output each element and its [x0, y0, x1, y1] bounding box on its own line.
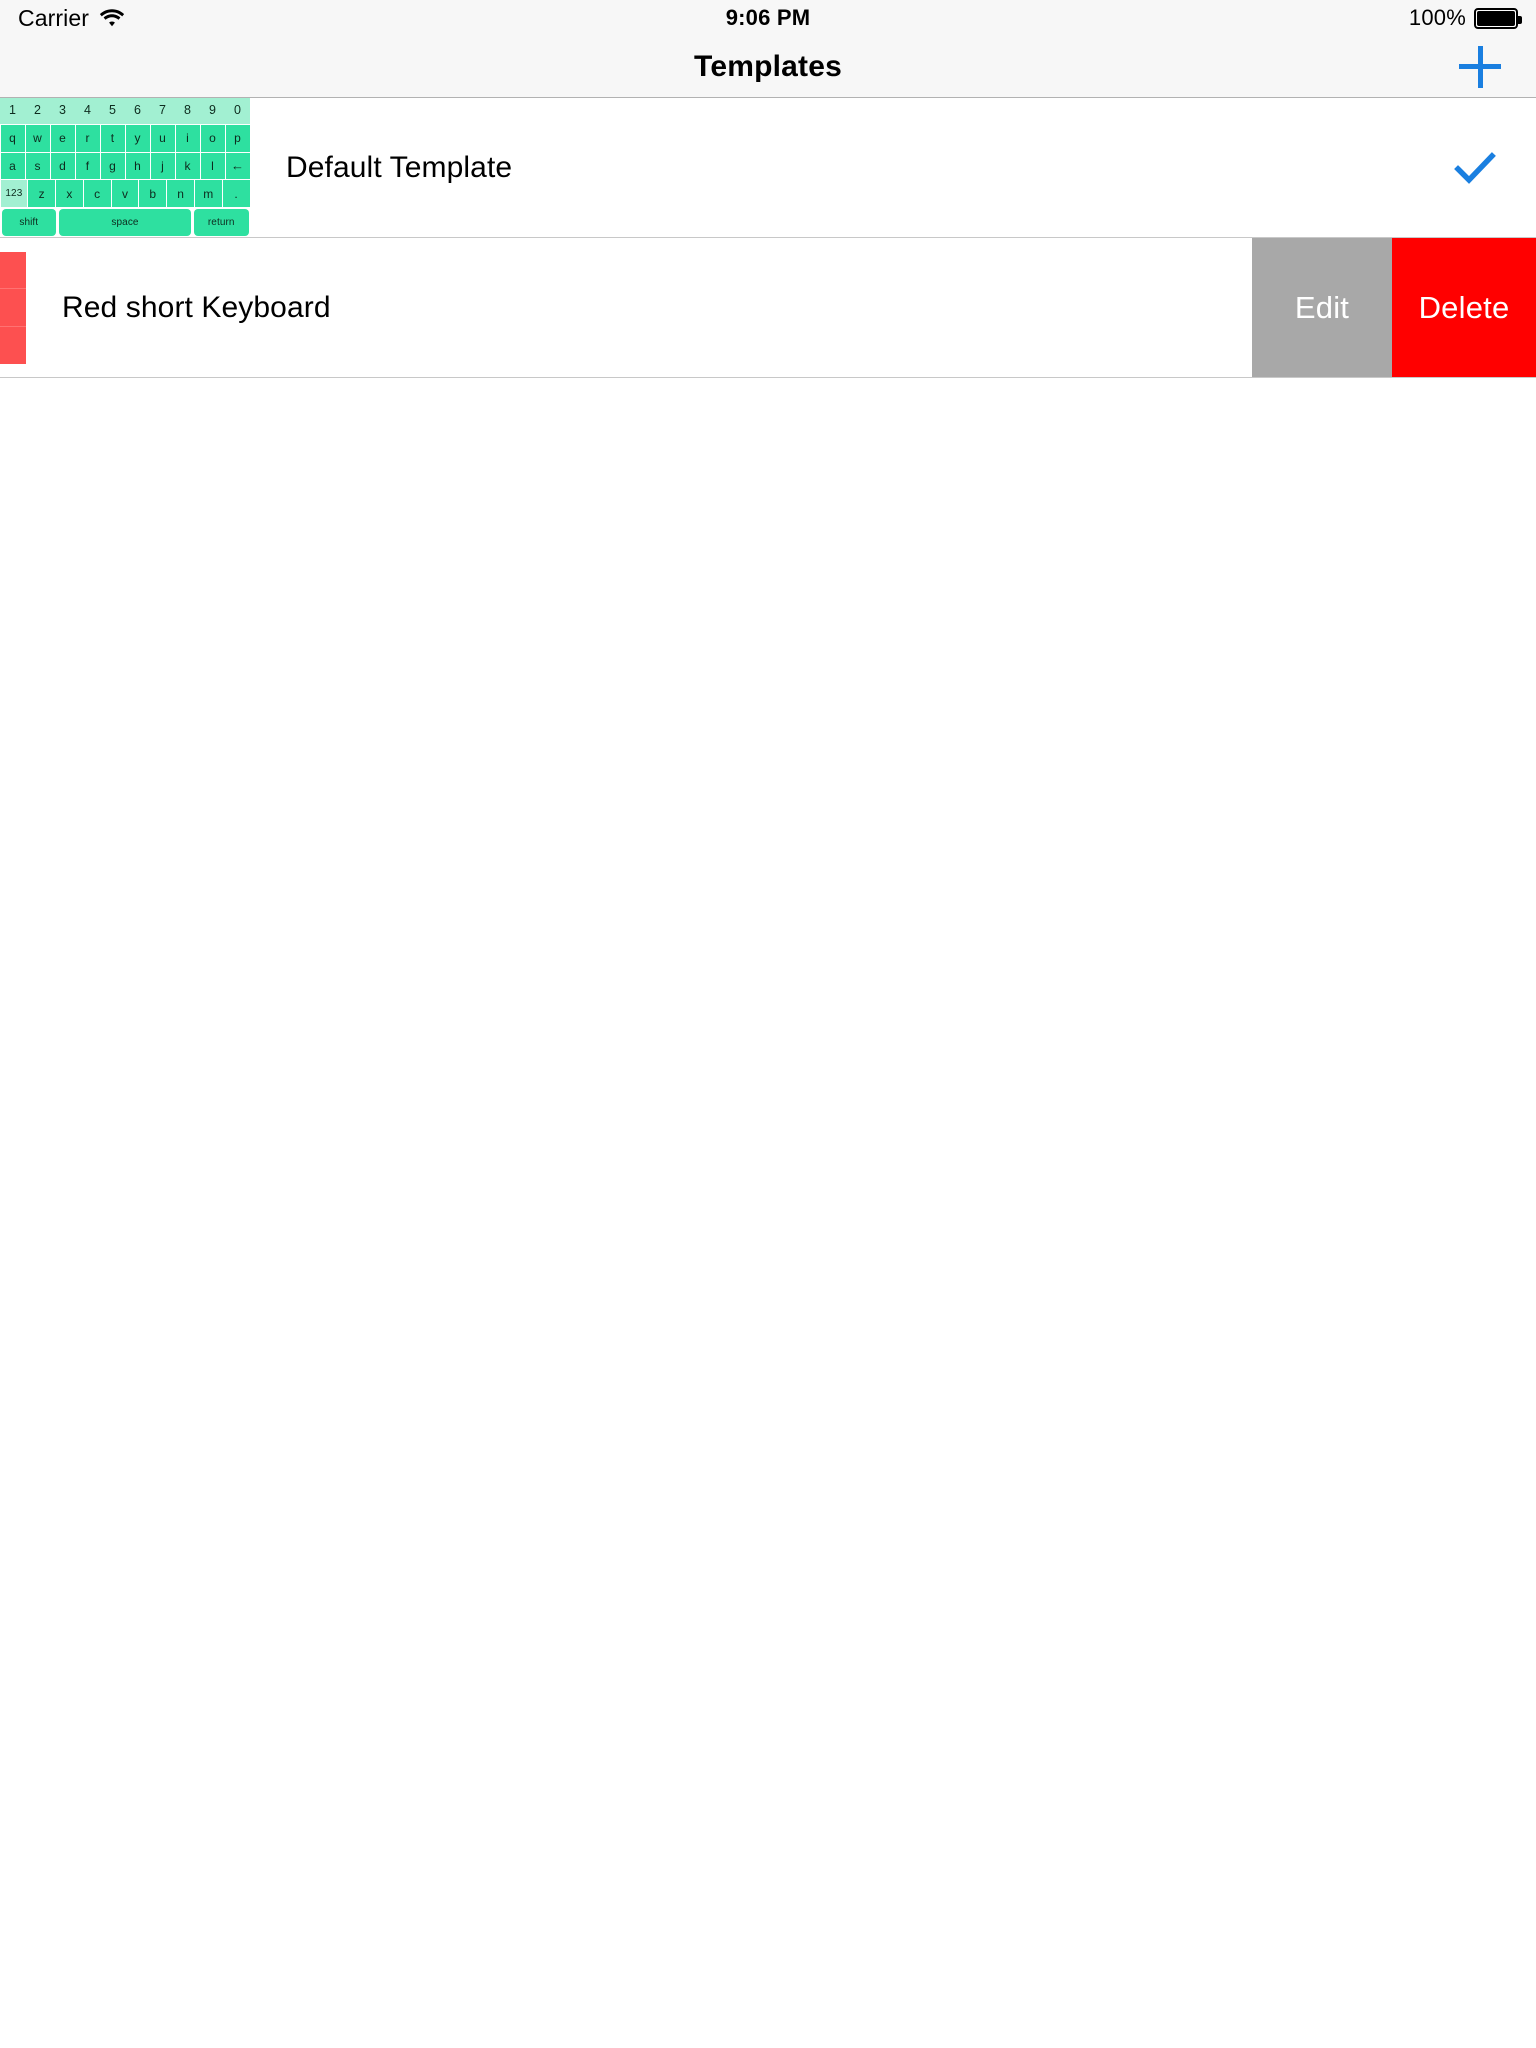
- key-7: 7: [150, 98, 175, 125]
- key-x: x: [56, 180, 83, 208]
- checkmark-icon: [1454, 151, 1496, 184]
- key-s: s: [25, 152, 50, 180]
- battery-full-icon: [1474, 7, 1522, 29]
- keyboard-row-bottom: shift space return: [0, 208, 250, 237]
- key-q: q: [0, 124, 25, 152]
- plus-icon: [1459, 45, 1501, 88]
- status-bar-clock: 9:06 PM: [725, 5, 811, 30]
- key-k: k: [175, 152, 200, 180]
- key-d: d: [50, 152, 75, 180]
- keyboard-row-qwerty: q w e r t y u i o p: [0, 124, 250, 152]
- key-c: c: [83, 180, 111, 208]
- key-z: z: [28, 180, 56, 208]
- key-b: b: [139, 180, 167, 208]
- key-0: 0: [225, 98, 250, 125]
- key-r: r: [75, 124, 100, 152]
- key-a: a: [0, 152, 25, 180]
- key-w: w: [25, 124, 50, 152]
- key-v: v: [111, 180, 139, 208]
- red-keyboard-row: [0, 251, 26, 290]
- templates-list: 1 2 3 4 5 6 7 8 9 0 q w e r t y u i o p …: [0, 98, 1536, 378]
- key-g: g: [100, 152, 125, 180]
- add-template-button[interactable]: [1452, 39, 1508, 95]
- key-return: return: [193, 209, 249, 236]
- key-o: o: [200, 124, 225, 152]
- key-2: 2: [25, 98, 50, 125]
- wifi-icon: [99, 8, 125, 28]
- key-y: y: [125, 124, 150, 152]
- template-name-label: Default Template: [286, 150, 513, 184]
- key-f: f: [75, 152, 100, 180]
- key-space: space: [59, 209, 191, 236]
- row-content: 1 2 3 4 5 6 7 8 9 0 q w e r t y u i o p …: [0, 98, 1536, 237]
- key-l: l: [200, 152, 225, 180]
- table-row[interactable]: 1 2 3 4 5 6 7 8 9 0 q w e r t y u i o p …: [0, 98, 1536, 238]
- key-1: 1: [0, 98, 25, 125]
- key-i: i: [175, 124, 200, 152]
- key-8: 8: [175, 98, 200, 125]
- green-keyboard-preview: 1 2 3 4 5 6 7 8 9 0 q w e r t y u i o p …: [0, 98, 250, 237]
- key-e: e: [50, 124, 75, 152]
- status-bar: Carrier 9:06 PM 100%: [0, 0, 1536, 36]
- carrier-label: Carrier: [18, 4, 89, 31]
- key-n: n: [167, 180, 194, 208]
- status-bar-right: 100%: [1408, 5, 1522, 31]
- status-bar-left: Carrier: [18, 5, 125, 32]
- red-keyboard-row: [0, 289, 26, 327]
- template-thumbnail: 1 2 3 4 5 6 7 8 9 0 q w e r t y u i o p …: [0, 98, 250, 237]
- keyboard-row-asdf: a s d f g h j k l ←: [0, 152, 250, 180]
- navigation-bar: Templates: [0, 36, 1536, 98]
- key-p: p: [225, 124, 250, 152]
- template-name-label: Red short Keyboard: [62, 290, 331, 324]
- page-title: Templates: [694, 49, 842, 83]
- edit-button[interactable]: Edit: [1252, 238, 1392, 377]
- key-4: 4: [75, 98, 100, 125]
- battery-fill: [1477, 10, 1515, 26]
- key-123: 123: [0, 180, 28, 208]
- table-row[interactable]: Red short Keyboard Edit Delete: [0, 238, 1536, 378]
- key-5: 5: [100, 98, 125, 125]
- backspace-icon: ←: [225, 152, 250, 180]
- key-shift: shift: [1, 209, 57, 236]
- selected-checkmark: [1454, 147, 1496, 189]
- key-t: t: [100, 124, 125, 152]
- delete-button[interactable]: Delete: [1392, 238, 1536, 377]
- key-3: 3: [50, 98, 75, 125]
- key-j: j: [150, 152, 175, 180]
- key-m: m: [194, 180, 222, 208]
- keyboard-row-numbers: 1 2 3 4 5 6 7 8 9 0: [0, 98, 250, 125]
- key-6: 6: [125, 98, 150, 125]
- template-thumbnail: [0, 238, 26, 377]
- red-keyboard-row: [0, 326, 26, 364]
- key-period: .: [222, 180, 250, 208]
- key-9: 9: [200, 98, 225, 125]
- red-keyboard-preview: [0, 251, 26, 364]
- key-h: h: [125, 152, 150, 180]
- battery-percent-label: 100%: [1408, 5, 1466, 30]
- swipe-actions: Edit Delete: [1252, 238, 1536, 377]
- key-u: u: [150, 124, 175, 152]
- keyboard-row-zxcv: 123 z x c v b n m .: [0, 180, 250, 208]
